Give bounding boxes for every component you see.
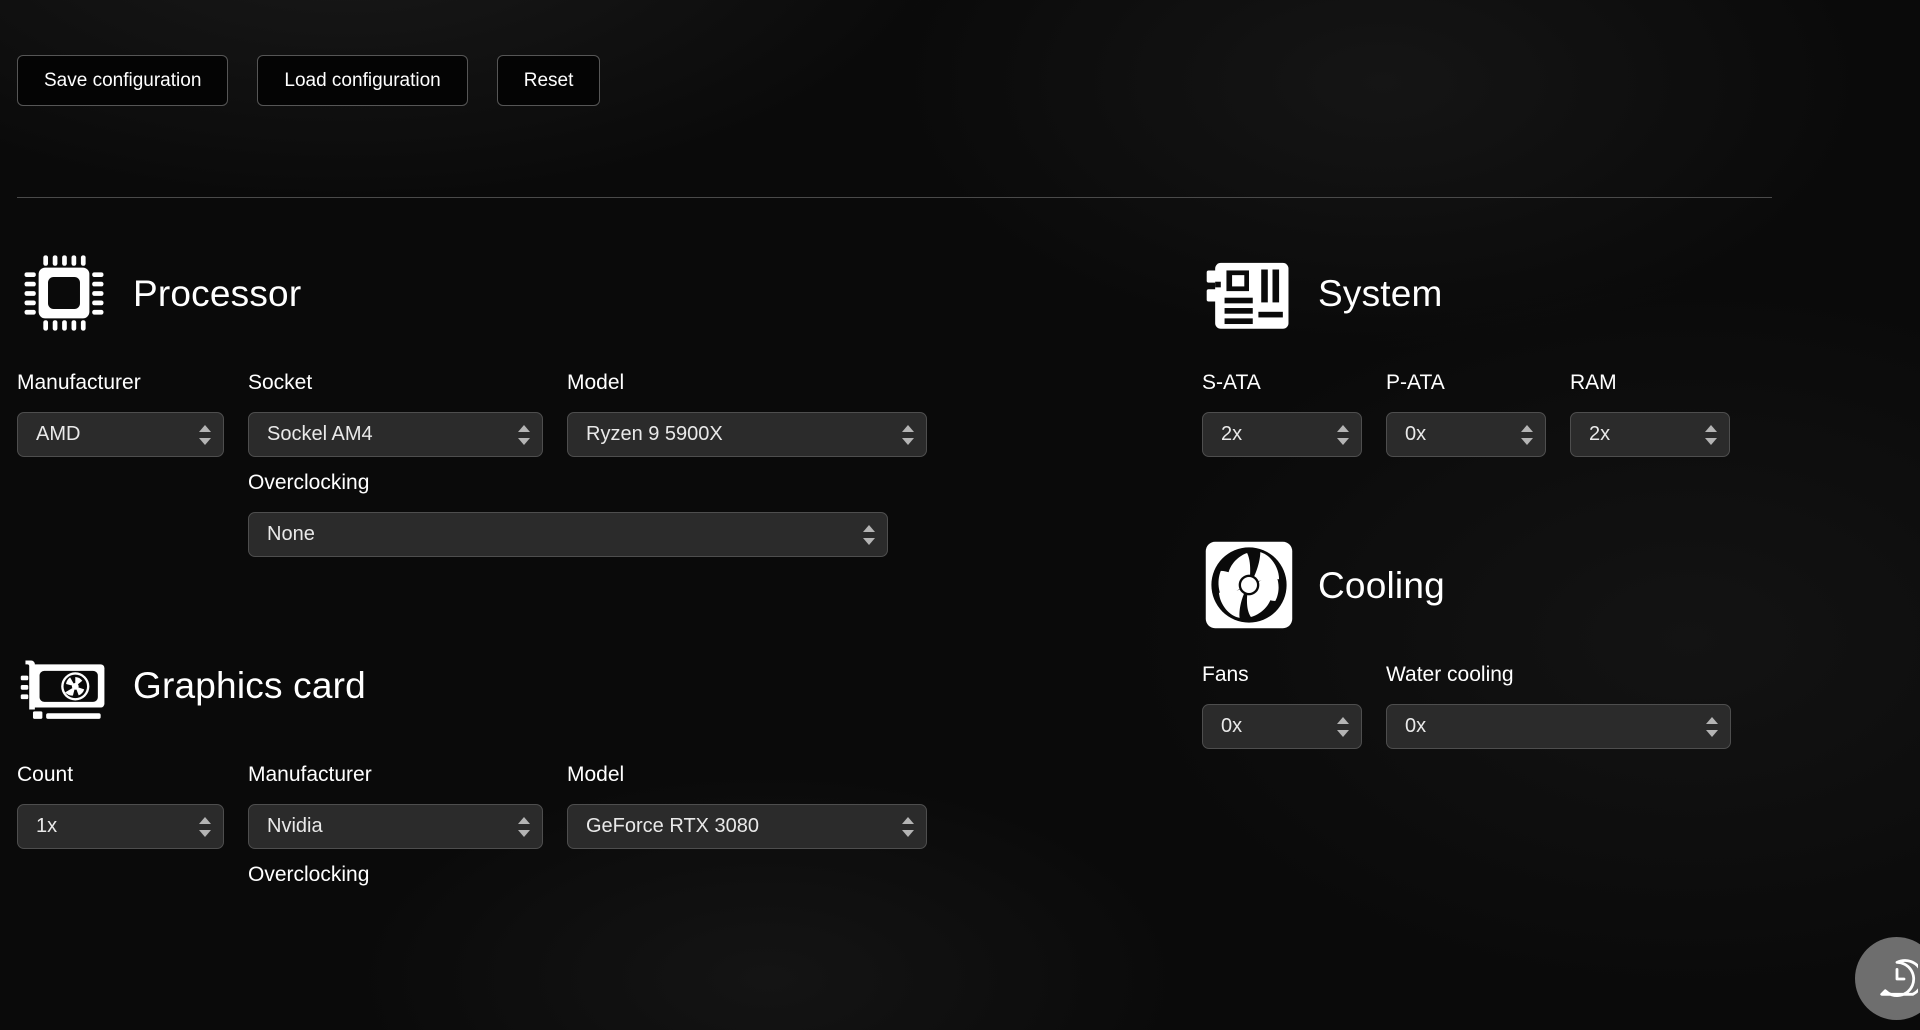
spinner-arrows-icon [902, 424, 914, 445]
cooling-fields-row: Fans 0x Water cooling 0x [1202, 664, 1902, 749]
processor-manufacturer-select[interactable]: AMD [17, 412, 224, 457]
field-system-ram: RAM 2x [1570, 372, 1730, 457]
spinner-arrows-icon [518, 424, 530, 445]
reset-button[interactable]: Reset [496, 55, 601, 106]
save-configuration-button[interactable]: Save configuration [17, 55, 229, 106]
graphics-manufacturer-select[interactable]: Nvidia [248, 804, 543, 849]
section-cooling: Cooling Fans 0x Water cooling 0x [1202, 535, 1902, 749]
system-sata-label: S-ATA [1202, 371, 1261, 394]
field-system-sata: S-ATA 2x [1202, 372, 1362, 457]
cooling-fans-select[interactable]: 0x [1202, 704, 1362, 749]
graphics-manufacturer-value: Nvidia [267, 815, 323, 837]
cooling-fans-value: 0x [1221, 715, 1243, 737]
system-pata-label: P-ATA [1386, 371, 1445, 394]
field-processor-overclocking: Overclocking None [248, 472, 888, 557]
load-configuration-button[interactable]: Load configuration [257, 55, 468, 106]
system-ram-label: RAM [1570, 371, 1617, 394]
toolbar: Save configuration Load configuration Re… [0, 0, 1920, 106]
system-pata-value: 0x [1405, 423, 1427, 445]
spinner-arrows-icon [1337, 716, 1349, 737]
spinner-arrows-icon [863, 524, 875, 545]
processor-socket-label: Socket [248, 371, 313, 394]
processor-manufacturer-value: AMD [36, 423, 81, 445]
graphics-model-label: Model [567, 763, 625, 786]
section-processor: Processor Manufacturer AMD Socket Sockel [17, 243, 1202, 557]
graphics-count-label: Count [17, 763, 74, 786]
history-widget-button[interactable] [1855, 937, 1920, 1020]
processor-manufacturer-label: Manufacturer [17, 371, 141, 394]
system-ram-value: 2x [1589, 423, 1611, 445]
gpu-card-icon [17, 638, 111, 732]
field-processor-socket: Socket Sockel AM4 [248, 372, 543, 457]
graphics-card-header: Graphics card [17, 635, 1202, 735]
graphics-manufacturer-label: Manufacturer [248, 763, 372, 786]
graphics-overclocking-label: Overclocking [248, 863, 370, 886]
cooling-water-value: 0x [1405, 715, 1427, 737]
right-column: System S-ATA 2x P-ATA 0x RAM 2x Cooling … [1202, 198, 1902, 904]
content-columns: Processor Manufacturer AMD Socket Sockel [0, 198, 1920, 904]
row-spacer [17, 472, 224, 557]
system-ram-select[interactable]: 2x [1570, 412, 1730, 457]
spinner-arrows-icon [518, 816, 530, 837]
field-system-pata: P-ATA 0x [1386, 372, 1546, 457]
field-cooling-fans: Fans 0x [1202, 664, 1362, 749]
row-spacer [17, 864, 224, 904]
processor-header: Processor [17, 243, 1202, 343]
section-graphics-card: Graphics card Count 1x Manufacturer Nvid… [17, 635, 1202, 904]
graphics-count-value: 1x [36, 815, 58, 837]
cooling-title: Cooling [1318, 564, 1445, 606]
system-title: System [1318, 272, 1443, 314]
motherboard-icon [1202, 246, 1296, 340]
configurator-page: Save configuration Load configuration Re… [0, 0, 1920, 1030]
graphics-fields-row: Count 1x Manufacturer Nvidia Model GeFor… [17, 764, 1202, 849]
spinner-arrows-icon [1521, 424, 1533, 445]
spinner-arrows-icon [199, 816, 211, 837]
field-graphics-manufacturer: Manufacturer Nvidia [248, 764, 543, 849]
system-sata-value: 2x [1221, 423, 1243, 445]
processor-fields-row: Manufacturer AMD Socket Sockel AM4 Model… [17, 372, 1202, 457]
spinner-arrows-icon [1337, 424, 1349, 445]
processor-model-select[interactable]: Ryzen 9 5900X [567, 412, 927, 457]
field-graphics-overclocking: Overclocking [248, 864, 369, 904]
system-pata-select[interactable]: 0x [1386, 412, 1546, 457]
processor-overclocking-select[interactable]: None [248, 512, 888, 557]
system-sata-select[interactable]: 2x [1202, 412, 1362, 457]
processor-model-label: Model [567, 371, 625, 394]
system-fields-row: S-ATA 2x P-ATA 0x RAM 2x [1202, 372, 1902, 457]
graphics-card-title: Graphics card [133, 664, 366, 706]
field-cooling-water: Water cooling 0x [1386, 664, 1731, 749]
cooling-fans-label: Fans [1202, 663, 1249, 686]
processor-model-value: Ryzen 9 5900X [586, 423, 723, 445]
field-graphics-count: Count 1x [17, 764, 224, 849]
graphics-count-select[interactable]: 1x [17, 804, 224, 849]
processor-overclocking-label: Overclocking [248, 471, 370, 494]
left-column: Processor Manufacturer AMD Socket Sockel [17, 198, 1202, 904]
processor-title: Processor [133, 272, 302, 314]
processor-overclocking-row: Overclocking None [17, 472, 1202, 557]
spinner-arrows-icon [1706, 716, 1718, 737]
processor-overclocking-value: None [267, 523, 315, 545]
field-processor-manufacturer: Manufacturer AMD [17, 372, 224, 457]
spinner-arrows-icon [199, 424, 211, 445]
cooling-water-select[interactable]: 0x [1386, 704, 1731, 749]
cooling-header: Cooling [1202, 535, 1902, 635]
processor-socket-value: Sockel AM4 [267, 423, 373, 445]
field-graphics-model: Model GeForce RTX 3080 [567, 764, 927, 849]
system-header: System [1202, 243, 1902, 343]
cooling-water-label: Water cooling [1386, 663, 1514, 686]
clock-chat-bubble-icon [1876, 958, 1918, 1000]
graphics-overclocking-row: Overclocking [17, 864, 1202, 904]
field-processor-model: Model Ryzen 9 5900X [567, 372, 927, 457]
spinner-arrows-icon [1705, 424, 1717, 445]
section-system: System S-ATA 2x P-ATA 0x RAM 2x [1202, 243, 1902, 457]
graphics-model-value: GeForce RTX 3080 [586, 815, 760, 837]
graphics-model-select[interactable]: GeForce RTX 3080 [567, 804, 927, 849]
fan-icon [1202, 538, 1296, 632]
spinner-arrows-icon [902, 816, 914, 837]
processor-socket-select[interactable]: Sockel AM4 [248, 412, 543, 457]
cpu-chip-icon [17, 246, 111, 340]
